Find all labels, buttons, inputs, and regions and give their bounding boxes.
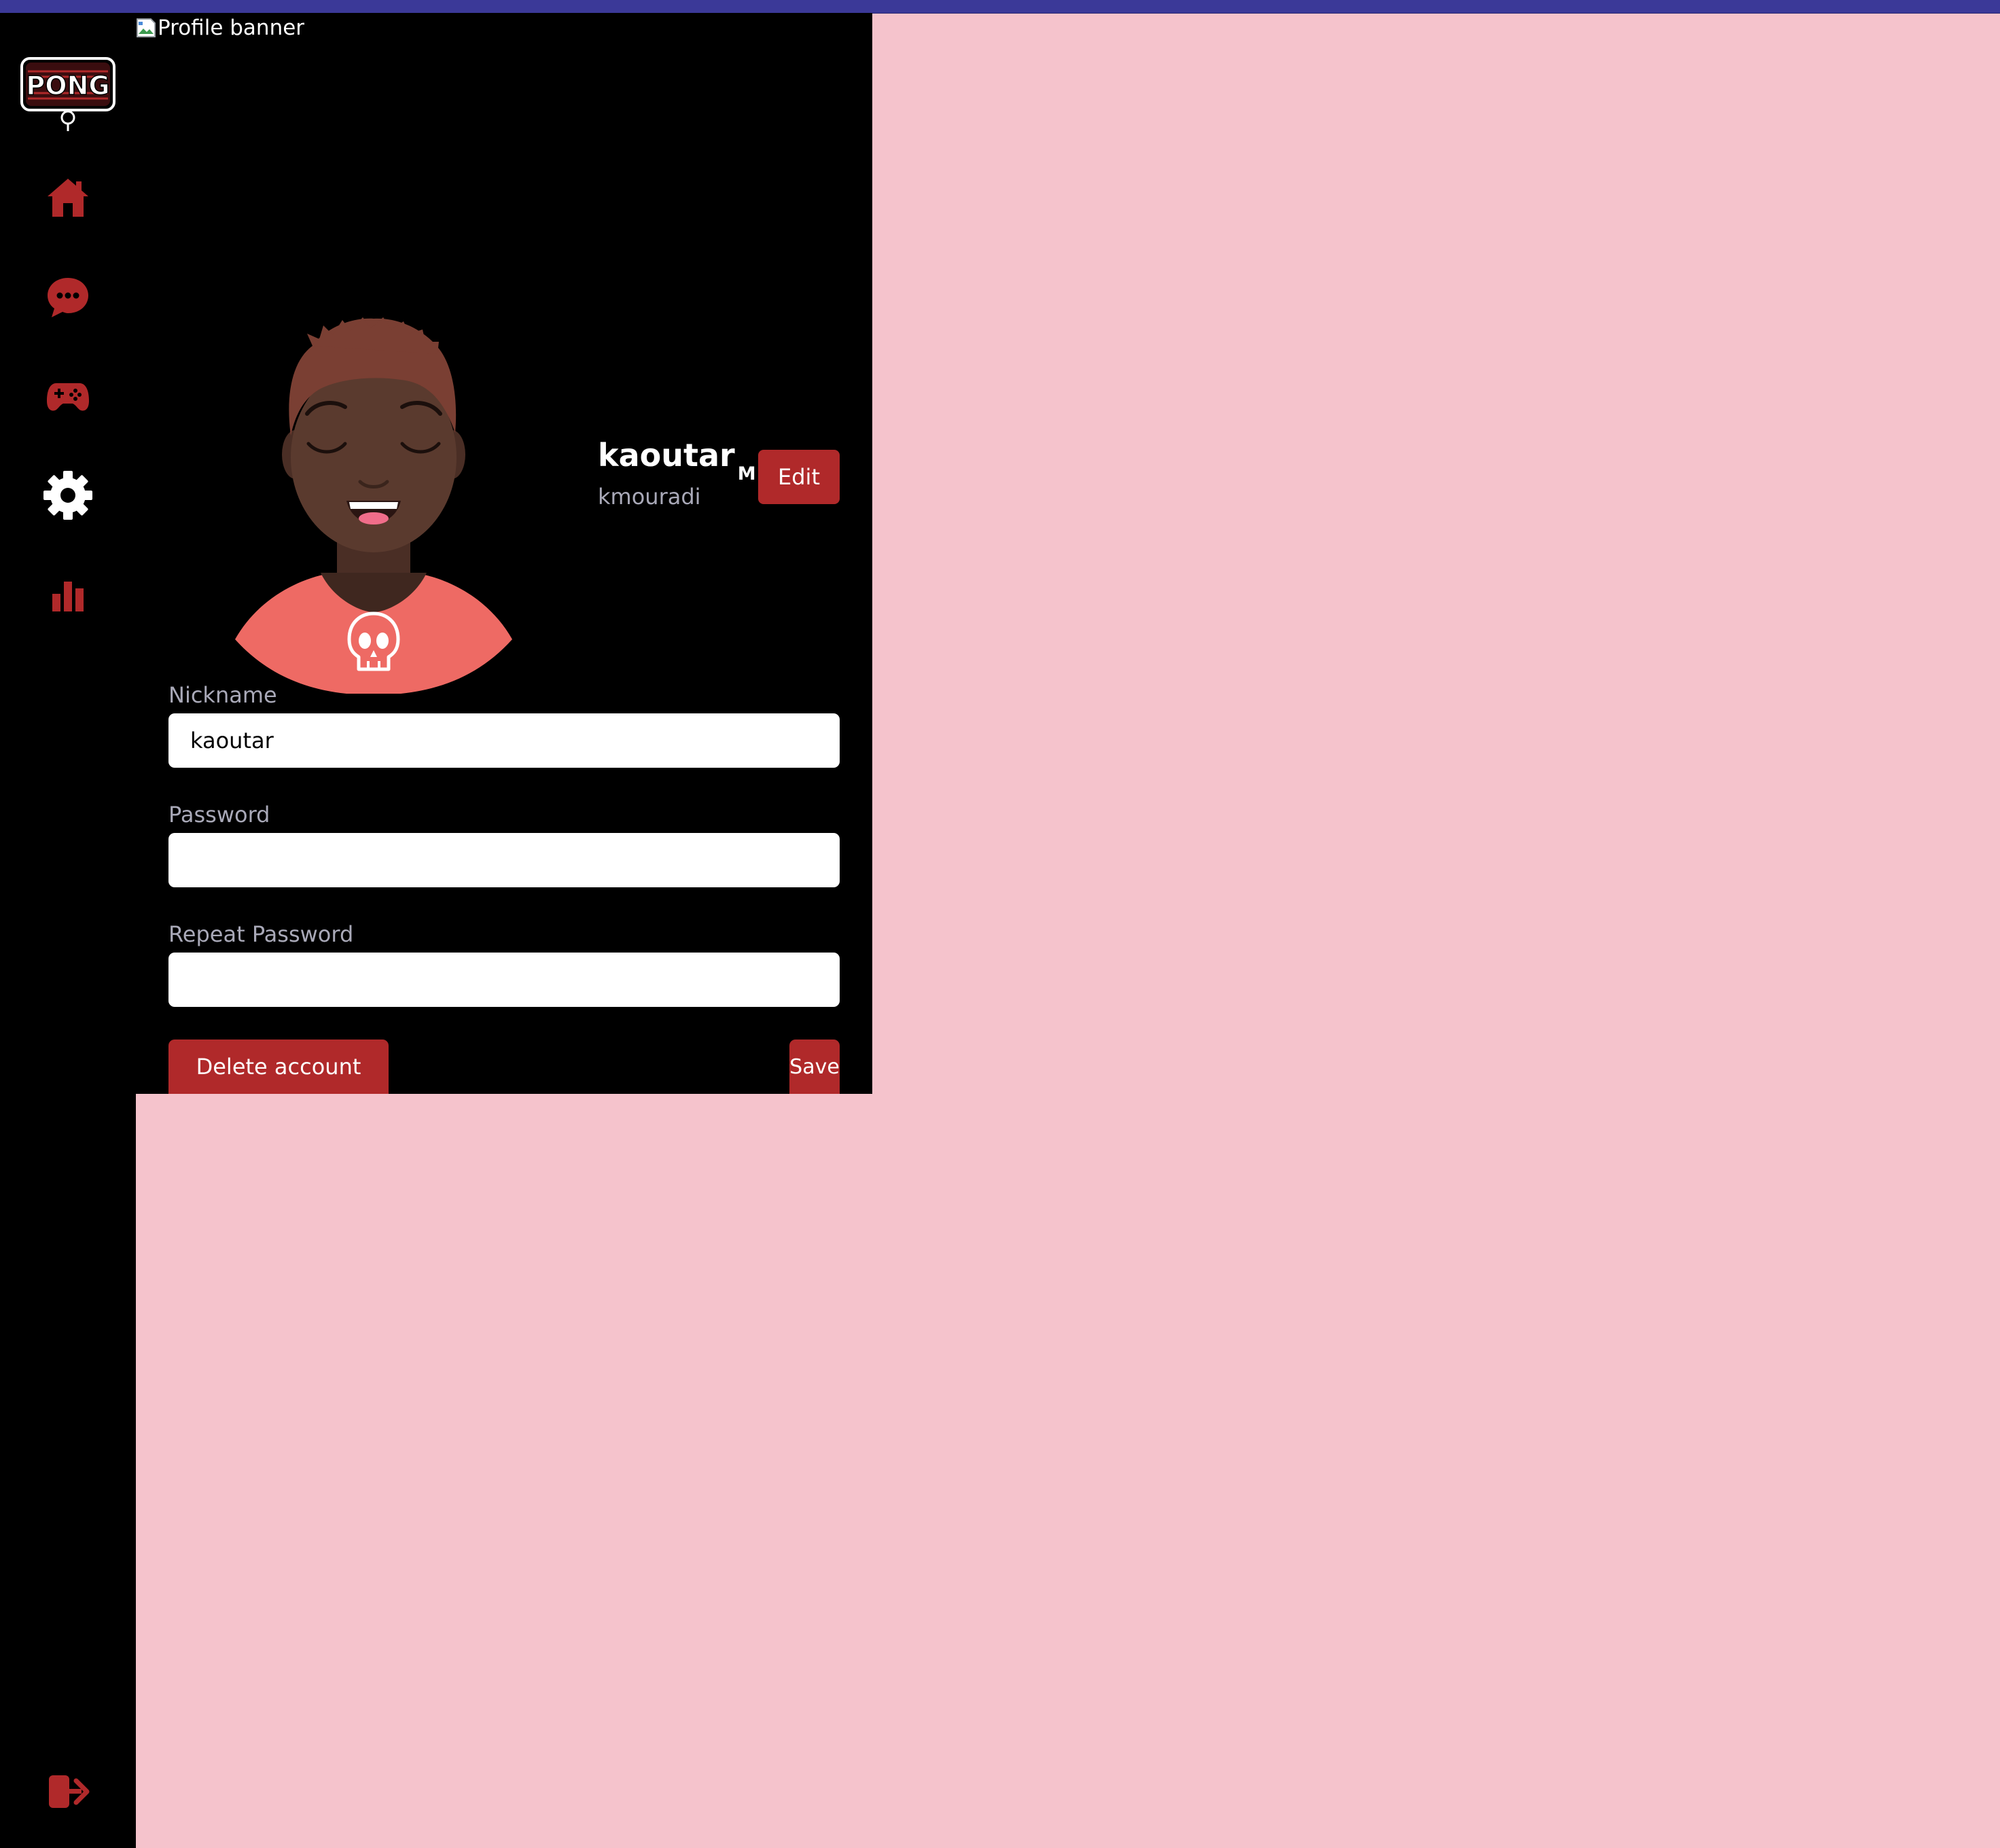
sidebar-item-game[interactable] [42,371,94,423]
avatar[interactable] [231,300,516,695]
broken-image-icon [136,18,156,38]
delete-account-button[interactable]: Delete account [168,1040,389,1094]
logo-text: PONG [26,71,109,101]
bar-chart-icon [51,580,85,611]
password-field[interactable] [168,833,840,887]
repeat-password-field[interactable] [168,953,840,1007]
sidebar-item-leaderboard[interactable] [42,570,94,622]
sidebar: PONG [0,13,136,1848]
nickname-field[interactable] [168,713,840,768]
pong-logo[interactable]: PONG [20,56,116,132]
password-label: Password [168,802,270,828]
logout-icon [43,1775,92,1813]
display-name-text: kaoutar [598,437,735,474]
profile-username: kmouradi [598,484,701,510]
profile-display-name: kaoutar M [598,437,756,484]
profile-settings-panel: Profile banner kaoutar M kmouradi Edit N… [136,13,872,1094]
sidebar-item-settings[interactable] [42,469,94,521]
logout-button[interactable] [43,1773,92,1811]
gamepad-icon [46,380,90,413]
gender-badge: M [737,463,756,484]
sidebar-item-home[interactable] [42,171,94,223]
sidebar-item-chat[interactable] [42,272,94,323]
edit-profile-button[interactable]: Edit [758,450,840,504]
repeat-password-label: Repeat Password [168,921,354,947]
profile-banner: Profile banner [136,13,304,43]
save-button[interactable]: Save [789,1040,840,1094]
nickname-label: Nickname [168,682,277,708]
profile-banner-alt-text: Profile banner [158,16,305,40]
gear-icon [43,470,93,520]
browser-top-strip [0,0,2000,14]
chat-icon [46,277,90,319]
home-icon [46,176,90,218]
